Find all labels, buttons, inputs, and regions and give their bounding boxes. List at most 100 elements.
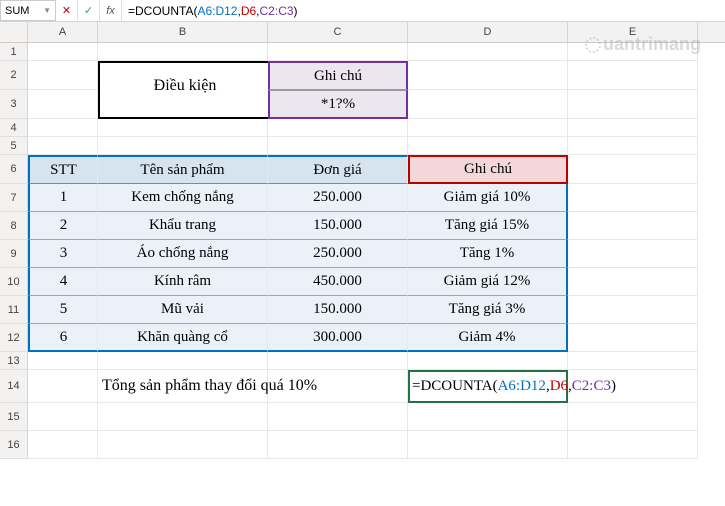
- cell[interactable]: [98, 352, 268, 370]
- select-all-corner[interactable]: [0, 22, 28, 42]
- cell-condition-header[interactable]: Ghi chú: [268, 61, 408, 90]
- cell[interactable]: [98, 431, 268, 459]
- th-stt[interactable]: STT: [28, 155, 98, 184]
- th-don[interactable]: Đơn giá: [268, 155, 408, 184]
- table-cell[interactable]: Kính râm: [98, 268, 268, 296]
- cell[interactable]: [28, 43, 98, 61]
- table-cell[interactable]: Mũ vải: [98, 296, 268, 324]
- col-header-E[interactable]: E: [568, 22, 698, 42]
- cell[interactable]: [568, 90, 698, 119]
- table-cell[interactable]: Tăng giá 3%: [408, 296, 568, 324]
- cell[interactable]: [268, 119, 408, 137]
- table-cell[interactable]: 450.000: [268, 268, 408, 296]
- cell[interactable]: [268, 370, 408, 403]
- confirm-button[interactable]: ✓: [78, 0, 100, 21]
- table-cell[interactable]: 150.000: [268, 296, 408, 324]
- cell[interactable]: [568, 212, 698, 240]
- cell[interactable]: [568, 296, 698, 324]
- col-header-A[interactable]: A: [28, 22, 98, 42]
- table-cell[interactable]: 4: [28, 268, 98, 296]
- cell[interactable]: [268, 403, 408, 431]
- cell[interactable]: [568, 240, 698, 268]
- cell[interactable]: [568, 137, 698, 155]
- cell-condition-value[interactable]: *1?%: [268, 90, 408, 119]
- fx-button[interactable]: fx: [100, 0, 122, 21]
- cell[interactable]: [408, 90, 568, 119]
- th-ghi[interactable]: Ghi chú: [408, 155, 568, 184]
- cell[interactable]: [568, 43, 698, 61]
- table-cell[interactable]: Kem chống nắng: [98, 184, 268, 212]
- cell[interactable]: [268, 43, 408, 61]
- cell[interactable]: [268, 431, 408, 459]
- cell[interactable]: [408, 119, 568, 137]
- row-header-12[interactable]: 12: [0, 324, 28, 352]
- cell[interactable]: [568, 184, 698, 212]
- table-cell[interactable]: 5: [28, 296, 98, 324]
- cell[interactable]: [408, 403, 568, 431]
- cell[interactable]: [28, 431, 98, 459]
- row-header-10[interactable]: 10: [0, 268, 28, 296]
- cell[interactable]: [28, 61, 98, 90]
- cell[interactable]: [408, 61, 568, 90]
- table-cell[interactable]: Giảm giá 12%: [408, 268, 568, 296]
- row-header-1[interactable]: 1: [0, 43, 28, 61]
- table-cell[interactable]: Khăn quàng cổ: [98, 324, 268, 352]
- table-cell[interactable]: 2: [28, 212, 98, 240]
- col-header-D[interactable]: D: [408, 22, 568, 42]
- cell[interactable]: [568, 370, 698, 403]
- th-ten[interactable]: Tên sản phẩm: [98, 155, 268, 184]
- table-cell[interactable]: 3: [28, 240, 98, 268]
- row-header-6[interactable]: 6: [0, 155, 28, 184]
- cell[interactable]: [568, 268, 698, 296]
- name-box-dropdown-icon[interactable]: ▼: [43, 6, 51, 15]
- cell[interactable]: [98, 90, 268, 119]
- cell[interactable]: [568, 352, 698, 370]
- cell[interactable]: [408, 431, 568, 459]
- active-cell-D14[interactable]: =DCOUNTA(A6:D12,D6,C2:C3): [408, 370, 568, 403]
- row-header-13[interactable]: 13: [0, 352, 28, 370]
- cell[interactable]: [268, 352, 408, 370]
- row-header-8[interactable]: 8: [0, 212, 28, 240]
- table-cell[interactable]: Giảm 4%: [408, 324, 568, 352]
- row-header-9[interactable]: 9: [0, 240, 28, 268]
- table-cell[interactable]: 150.000: [268, 212, 408, 240]
- cell[interactable]: [568, 61, 698, 90]
- cell[interactable]: [568, 155, 698, 184]
- row-header-3[interactable]: 3: [0, 90, 28, 119]
- cell[interactable]: [568, 324, 698, 352]
- row-header-16[interactable]: 16: [0, 431, 28, 459]
- cell[interactable]: [98, 403, 268, 431]
- table-cell[interactable]: 250.000: [268, 184, 408, 212]
- table-cell[interactable]: 1: [28, 184, 98, 212]
- col-header-C[interactable]: C: [268, 22, 408, 42]
- cell[interactable]: [28, 352, 98, 370]
- row-header-2[interactable]: 2: [0, 61, 28, 90]
- cell[interactable]: Điều kiện: [98, 61, 268, 90]
- table-cell[interactable]: Tăng 1%: [408, 240, 568, 268]
- row-header-11[interactable]: 11: [0, 296, 28, 324]
- cell[interactable]: [28, 119, 98, 137]
- table-cell[interactable]: Áo chống nắng: [98, 240, 268, 268]
- table-cell[interactable]: Tăng giá 15%: [408, 212, 568, 240]
- cell[interactable]: [28, 403, 98, 431]
- formula-input[interactable]: =DCOUNTA(A6:D12,D6,C2:C3): [122, 0, 725, 21]
- cell[interactable]: [568, 119, 698, 137]
- name-box[interactable]: SUM ▼: [0, 0, 56, 21]
- cell[interactable]: [98, 119, 268, 137]
- table-cell[interactable]: Khẩu trang: [98, 212, 268, 240]
- spreadsheet-grid[interactable]: A B C D E 1 2 Điều kiện Ghi chú 3: [0, 22, 725, 459]
- table-cell[interactable]: Giảm giá 10%: [408, 184, 568, 212]
- table-cell[interactable]: 300.000: [268, 324, 408, 352]
- cell[interactable]: [408, 43, 568, 61]
- cell[interactable]: [408, 352, 568, 370]
- table-cell[interactable]: 250.000: [268, 240, 408, 268]
- cancel-button[interactable]: ✕: [56, 0, 78, 21]
- row-header-5[interactable]: 5: [0, 137, 28, 155]
- cell[interactable]: [408, 137, 568, 155]
- row-header-14[interactable]: 14: [0, 370, 28, 403]
- row-header-4[interactable]: 4: [0, 119, 28, 137]
- row-header-7[interactable]: 7: [0, 184, 28, 212]
- row-header-15[interactable]: 15: [0, 403, 28, 431]
- cell[interactable]: [28, 137, 98, 155]
- cell[interactable]: Tổng sản phẩm thay đổi quá 10%: [98, 370, 268, 403]
